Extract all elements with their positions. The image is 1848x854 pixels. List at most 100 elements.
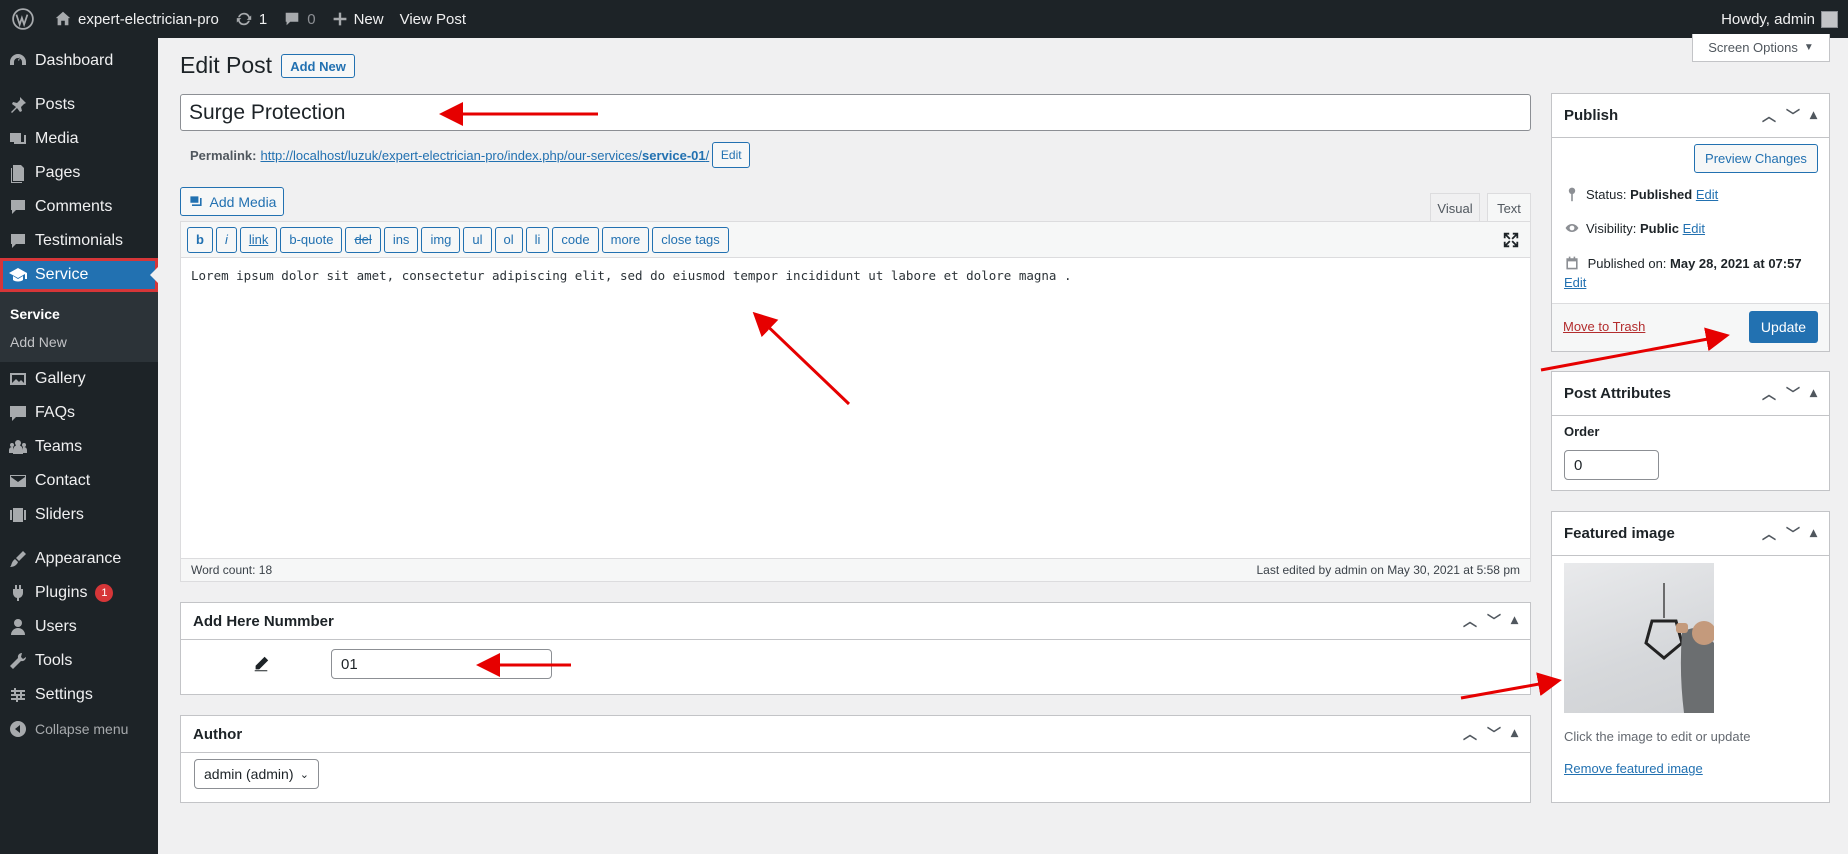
comments-link[interactable]: 0 bbox=[275, 0, 323, 38]
menu-faqs[interactable]: FAQs bbox=[0, 396, 158, 430]
quicktag-img-button[interactable]: img bbox=[421, 226, 461, 253]
permalink-label: Permalink: bbox=[190, 147, 257, 163]
add-media-label: Add Media bbox=[209, 193, 277, 210]
move-up-icon[interactable]: ︿ bbox=[1463, 611, 1477, 631]
updates-link[interactable]: 1 bbox=[227, 0, 275, 38]
number-metabox-header[interactable]: Add Here Nummber ︿ ﹀ ▴ bbox=[181, 603, 1530, 640]
tab-text[interactable]: Text bbox=[1487, 193, 1531, 222]
author-select[interactable]: admin (admin) ⌄ bbox=[194, 759, 319, 789]
move-down-icon[interactable]: ﹀ bbox=[1786, 524, 1800, 544]
quicktag-close-tags-button[interactable]: close tags bbox=[652, 226, 729, 253]
add-media-button[interactable]: Add Media bbox=[180, 187, 284, 216]
account-menu[interactable]: Howdy, admin bbox=[1713, 0, 1848, 38]
menu-plugins[interactable]: Plugins 1 bbox=[0, 576, 158, 610]
quicktag-link-button[interactable]: link bbox=[239, 226, 278, 253]
wordpress-logo-icon[interactable] bbox=[0, 0, 46, 38]
menu-label: Media bbox=[35, 130, 79, 147]
menu-dashboard[interactable]: Dashboard bbox=[0, 44, 158, 78]
menu-settings[interactable]: Settings bbox=[0, 678, 158, 712]
published-label: Published on: bbox=[1587, 256, 1667, 271]
admin-sidebar: Dashboard Posts Media Pages Comments Tes… bbox=[0, 38, 158, 854]
toggle-panel-icon[interactable]: ▴ bbox=[1810, 106, 1817, 126]
post-attributes-header[interactable]: Post Attributes ︿ ﹀ ▴ bbox=[1552, 372, 1829, 416]
update-button[interactable]: Update bbox=[1749, 311, 1818, 343]
status-edit-link[interactable]: Edit bbox=[1696, 187, 1718, 202]
move-down-icon[interactable]: ﹀ bbox=[1786, 384, 1800, 404]
preview-changes-button[interactable]: Preview Changes bbox=[1694, 144, 1818, 173]
featured-image-header[interactable]: Featured image ︿ ﹀ ▴ bbox=[1552, 512, 1829, 556]
toggle-panel-icon[interactable]: ▴ bbox=[1511, 611, 1518, 631]
last-edited: Last edited by admin on May 30, 2021 at … bbox=[1256, 563, 1520, 577]
submenu-service[interactable]: Service bbox=[0, 300, 158, 328]
metabox-controls: ︿ ﹀ ▴ bbox=[1463, 724, 1518, 744]
menu-teams[interactable]: Teams bbox=[0, 430, 158, 464]
menu-service[interactable]: Service bbox=[0, 258, 158, 292]
menu-tools[interactable]: Tools bbox=[0, 644, 158, 678]
featured-image-title: Featured image bbox=[1564, 525, 1675, 542]
move-down-icon[interactable]: ﹀ bbox=[1786, 106, 1800, 126]
author-metabox-header[interactable]: Author ︿ ﹀ ▴ bbox=[181, 716, 1530, 753]
quicktag-ol-button[interactable]: ol bbox=[494, 226, 523, 253]
menu-users[interactable]: Users bbox=[0, 610, 158, 644]
quicktag-code-button[interactable]: code bbox=[552, 226, 599, 253]
eye-icon bbox=[1565, 224, 1579, 232]
menu-appearance[interactable]: Appearance bbox=[0, 542, 158, 576]
move-up-icon[interactable]: ︿ bbox=[1762, 524, 1776, 544]
move-up-icon[interactable]: ︿ bbox=[1463, 724, 1477, 744]
screen-options-button[interactable]: Screen Options ▼ bbox=[1692, 34, 1830, 62]
move-up-icon[interactable]: ︿ bbox=[1762, 384, 1776, 404]
publish-metabox-header[interactable]: Publish ︿ ﹀ ▴ bbox=[1552, 94, 1829, 138]
add-new-post-button[interactable]: Add New bbox=[281, 54, 355, 78]
menu-sliders[interactable]: Sliders bbox=[0, 498, 158, 532]
quicktag-li-button[interactable]: li bbox=[525, 226, 550, 253]
permalink-link[interactable]: http://localhost/luzuk/expert-electricia… bbox=[260, 148, 709, 163]
menu-contact[interactable]: Contact bbox=[0, 464, 158, 498]
published-edit-link[interactable]: Edit bbox=[1564, 275, 1586, 290]
move-up-icon[interactable]: ︿ bbox=[1762, 106, 1776, 126]
tab-visual[interactable]: Visual bbox=[1430, 193, 1480, 222]
menu-testimonials[interactable]: Testimonials bbox=[0, 224, 158, 258]
comments-count: 0 bbox=[307, 10, 316, 28]
menu-media[interactable]: Media bbox=[0, 122, 158, 156]
post-title-input[interactable]: Surge Protection bbox=[180, 94, 1531, 131]
toggle-panel-icon[interactable]: ▴ bbox=[1810, 384, 1817, 404]
new-content-link[interactable]: New bbox=[324, 0, 392, 38]
toggle-panel-icon[interactable]: ▴ bbox=[1511, 724, 1518, 744]
menu-gallery[interactable]: Gallery bbox=[0, 362, 158, 396]
metabox-controls: ︿ ﹀ ▴ bbox=[1463, 611, 1518, 631]
quicktag-del-button[interactable]: del bbox=[345, 226, 381, 253]
move-to-trash-link[interactable]: Move to Trash bbox=[1563, 319, 1645, 334]
plugins-update-badge: 1 bbox=[95, 584, 114, 602]
order-input[interactable]: 0 bbox=[1564, 450, 1659, 480]
order-label: Order bbox=[1564, 424, 1600, 439]
collapse-menu-button[interactable]: Collapse menu bbox=[0, 712, 158, 746]
view-post-link[interactable]: View Post bbox=[392, 0, 474, 38]
author-selected: admin (admin) bbox=[204, 766, 294, 782]
quicktag-ul-button[interactable]: ul bbox=[463, 226, 492, 253]
menu-label: Pages bbox=[35, 164, 81, 181]
quicktag-bold-button[interactable]: b bbox=[187, 226, 213, 253]
remove-featured-image-link[interactable]: Remove featured image bbox=[1564, 761, 1703, 776]
quicktag-ins-button[interactable]: ins bbox=[383, 226, 419, 253]
quicktag-more-button[interactable]: more bbox=[601, 226, 650, 253]
menu-pages[interactable]: Pages bbox=[0, 156, 158, 190]
pages-icon bbox=[11, 165, 24, 183]
menu-comments[interactable]: Comments bbox=[0, 190, 158, 224]
number-input[interactable]: 01 bbox=[331, 649, 552, 679]
graduation-cap-icon bbox=[9, 268, 27, 282]
submenu-add-new[interactable]: Add New bbox=[0, 328, 158, 356]
site-name-link[interactable]: expert-electrician-pro bbox=[46, 0, 227, 38]
fullscreen-icon[interactable] bbox=[1502, 231, 1520, 249]
toggle-panel-icon[interactable]: ▴ bbox=[1810, 524, 1817, 544]
permalink-edit-button[interactable]: Edit bbox=[712, 142, 751, 168]
move-down-icon[interactable]: ﹀ bbox=[1487, 611, 1501, 631]
move-down-icon[interactable]: ﹀ bbox=[1487, 724, 1501, 744]
featured-image-thumbnail[interactable] bbox=[1564, 563, 1714, 713]
visibility-edit-link[interactable]: Edit bbox=[1683, 221, 1705, 236]
menu-label: Collapse menu bbox=[35, 721, 129, 737]
content-textarea[interactable]: Lorem ipsum dolor sit amet, consectetur … bbox=[181, 258, 1530, 558]
quicktag-italic-button[interactable]: i bbox=[215, 226, 237, 253]
menu-posts[interactable]: Posts bbox=[0, 88, 158, 122]
quicktag-blockquote-button[interactable]: b-quote bbox=[280, 226, 343, 253]
home-icon bbox=[55, 11, 71, 26]
